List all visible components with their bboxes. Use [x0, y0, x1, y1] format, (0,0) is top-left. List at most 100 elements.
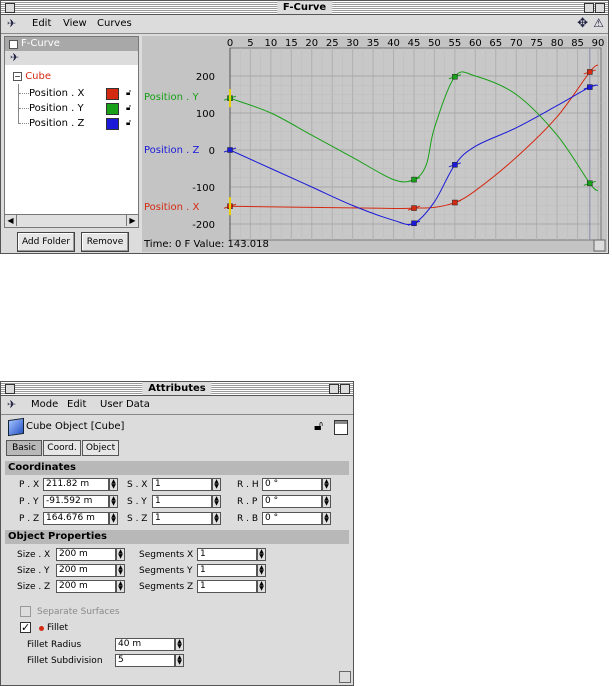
coord-spinner[interactable]: ▲ ▼	[109, 512, 118, 525]
coord-field[interactable]: -91.592 m	[43, 495, 109, 508]
fillet-radius-field[interactable]: 40 m	[115, 638, 175, 651]
keyframe-x[interactable]	[587, 69, 593, 75]
keyframe-z[interactable]	[452, 162, 458, 168]
size-spinner[interactable]: ▲ ▼	[116, 548, 125, 561]
zoom-box[interactable]	[329, 384, 339, 394]
collapse-box[interactable]	[340, 384, 350, 394]
scroll-right-icon[interactable]: ▶	[126, 215, 138, 226]
coord-label: P . X	[19, 480, 40, 490]
tree-item-position-x[interactable]: Position . X	[19, 87, 84, 101]
collapse-box[interactable]	[595, 3, 605, 13]
scale-icon[interactable]: ⚠	[593, 16, 604, 30]
fillet-subdivision-spinner[interactable]: ▲ ▼	[175, 654, 184, 667]
fillet-radius-spinner[interactable]: ▲ ▼	[175, 638, 184, 651]
coord-spinner[interactable]: ▲ ▼	[322, 478, 331, 491]
size-field[interactable]: 200 m	[56, 564, 116, 577]
coord-field[interactable]: 1	[152, 478, 212, 491]
size-field[interactable]: 200 m	[56, 548, 116, 561]
keyframe-z[interactable]	[227, 147, 233, 153]
keyframe-y[interactable]	[452, 73, 458, 80]
scroll-left-icon[interactable]: ◀	[5, 215, 17, 226]
coord-field[interactable]: 1	[152, 512, 212, 525]
segments-field[interactable]: 1	[197, 564, 257, 577]
zoom-box[interactable]	[584, 3, 594, 13]
tab-basic[interactable]: Basic	[6, 440, 42, 456]
track-color-y[interactable]	[106, 103, 119, 115]
panel-checkbox[interactable]	[9, 40, 18, 49]
segments-field[interactable]: 1	[197, 548, 257, 561]
segments-spinner[interactable]: ▲ ▼	[257, 564, 266, 577]
panel-header: F-Curve	[5, 37, 138, 51]
fcurve-graph[interactable]: 0 5 10 15 20 25 30 35 40 45 50 55 60 65 70 75 80 85 90 200…	[142, 36, 607, 252]
pin-icon[interactable]: ✈	[7, 17, 16, 30]
coord-field[interactable]: 0 °	[262, 512, 322, 525]
coord-field[interactable]: 0 °	[262, 495, 322, 508]
coord-spinner[interactable]: ▲ ▼	[212, 495, 221, 508]
segments-spinner[interactable]: ▲ ▼	[257, 548, 266, 561]
lock-icon[interactable]: 🔓︎	[314, 418, 323, 434]
coord-field[interactable]: 164.676 m	[43, 512, 109, 525]
keyframe-x[interactable]	[411, 205, 417, 211]
size-spinner[interactable]: ▲ ▼	[116, 564, 125, 577]
fcurve-titlebar[interactable]: F-Curve	[1, 1, 608, 15]
tree-item-position-y[interactable]: Position . Y	[19, 102, 84, 116]
lock-icon[interactable]: 🔓︎	[126, 118, 131, 128]
size-field[interactable]: 200 m	[56, 580, 116, 593]
tab-coord[interactable]: Coord.	[43, 440, 81, 456]
menu-edit[interactable]: Edit	[32, 18, 51, 29]
curve-label-z: Position . Z	[144, 145, 199, 156]
coord-spinner[interactable]: ▲ ▼	[322, 512, 331, 525]
coord-spinner[interactable]: ▲ ▼	[212, 512, 221, 525]
fillet-checkbox[interactable]: ✓	[20, 622, 31, 633]
resize-grip-icon[interactable]	[593, 239, 606, 252]
fillet-subdivision-field[interactable]: 5	[115, 654, 175, 667]
frame-tick-label: 25	[326, 38, 339, 49]
coord-spinner[interactable]: ▲ ▼	[109, 495, 118, 508]
close-box[interactable]	[5, 3, 15, 13]
coord-spinner[interactable]: ▲ ▼	[109, 478, 118, 491]
frame-tick-label: 80	[551, 38, 564, 49]
tab-object[interactable]: Object	[82, 440, 119, 456]
keyframe-z[interactable]	[411, 220, 417, 227]
attributes-menubar: ✈ Mode Edit User Data	[1, 396, 353, 415]
menu-edit[interactable]: Edit	[67, 399, 86, 410]
size-spinner[interactable]: ▲ ▼	[116, 580, 125, 593]
move-icon[interactable]: ✥	[577, 16, 588, 31]
menu-user-data[interactable]: User Data	[100, 399, 150, 410]
coord-spinner[interactable]: ▲ ▼	[322, 495, 331, 508]
tree-root[interactable]: − Cube	[13, 70, 51, 84]
coord-field[interactable]: 1	[152, 495, 212, 508]
menu-view[interactable]: View	[63, 18, 87, 29]
segments-field[interactable]: 1	[197, 580, 257, 593]
menu-mode[interactable]: Mode	[31, 399, 58, 410]
close-box[interactable]	[5, 384, 15, 394]
resize-grip-icon[interactable]	[339, 671, 351, 683]
track-color-x[interactable]	[106, 88, 119, 100]
tree-connector	[19, 122, 29, 124]
frame-tick-label: 30	[346, 38, 359, 49]
keyframe-y[interactable]	[587, 180, 593, 187]
menu-curves[interactable]: Curves	[97, 18, 132, 29]
frame-tick-label: 35	[367, 38, 380, 49]
lock-icon[interactable]: 🔓︎	[126, 103, 131, 113]
horizontal-scrollbar[interactable]: ◀ ▶	[5, 214, 138, 227]
tree-item-position-z[interactable]: Position . Z	[19, 117, 84, 131]
plot-area	[229, 47, 602, 241]
add-folder-button[interactable]: Add Folder	[17, 232, 75, 252]
lock-icon[interactable]: 🔓︎	[126, 88, 131, 98]
keyframe-z[interactable]	[587, 84, 593, 90]
keyframe-y[interactable]	[411, 176, 417, 183]
separate-surfaces-checkbox[interactable]	[20, 606, 31, 617]
pin-icon[interactable]: ✈	[7, 398, 16, 411]
collapse-icon[interactable]: −	[13, 72, 22, 81]
coord-field[interactable]: 211.82 m	[43, 478, 109, 491]
coord-field[interactable]: 0 °	[262, 478, 322, 491]
remove-button[interactable]: Remove	[81, 232, 129, 252]
coord-spinner[interactable]: ▲ ▼	[212, 478, 221, 491]
pin-icon[interactable]: ✈	[10, 51, 19, 64]
keyframe-x[interactable]	[452, 199, 458, 206]
track-color-z[interactable]	[106, 118, 119, 130]
attributes-titlebar[interactable]: Attributes	[1, 382, 353, 396]
segments-spinner[interactable]: ▲ ▼	[257, 580, 266, 593]
window-icon[interactable]	[334, 420, 348, 435]
